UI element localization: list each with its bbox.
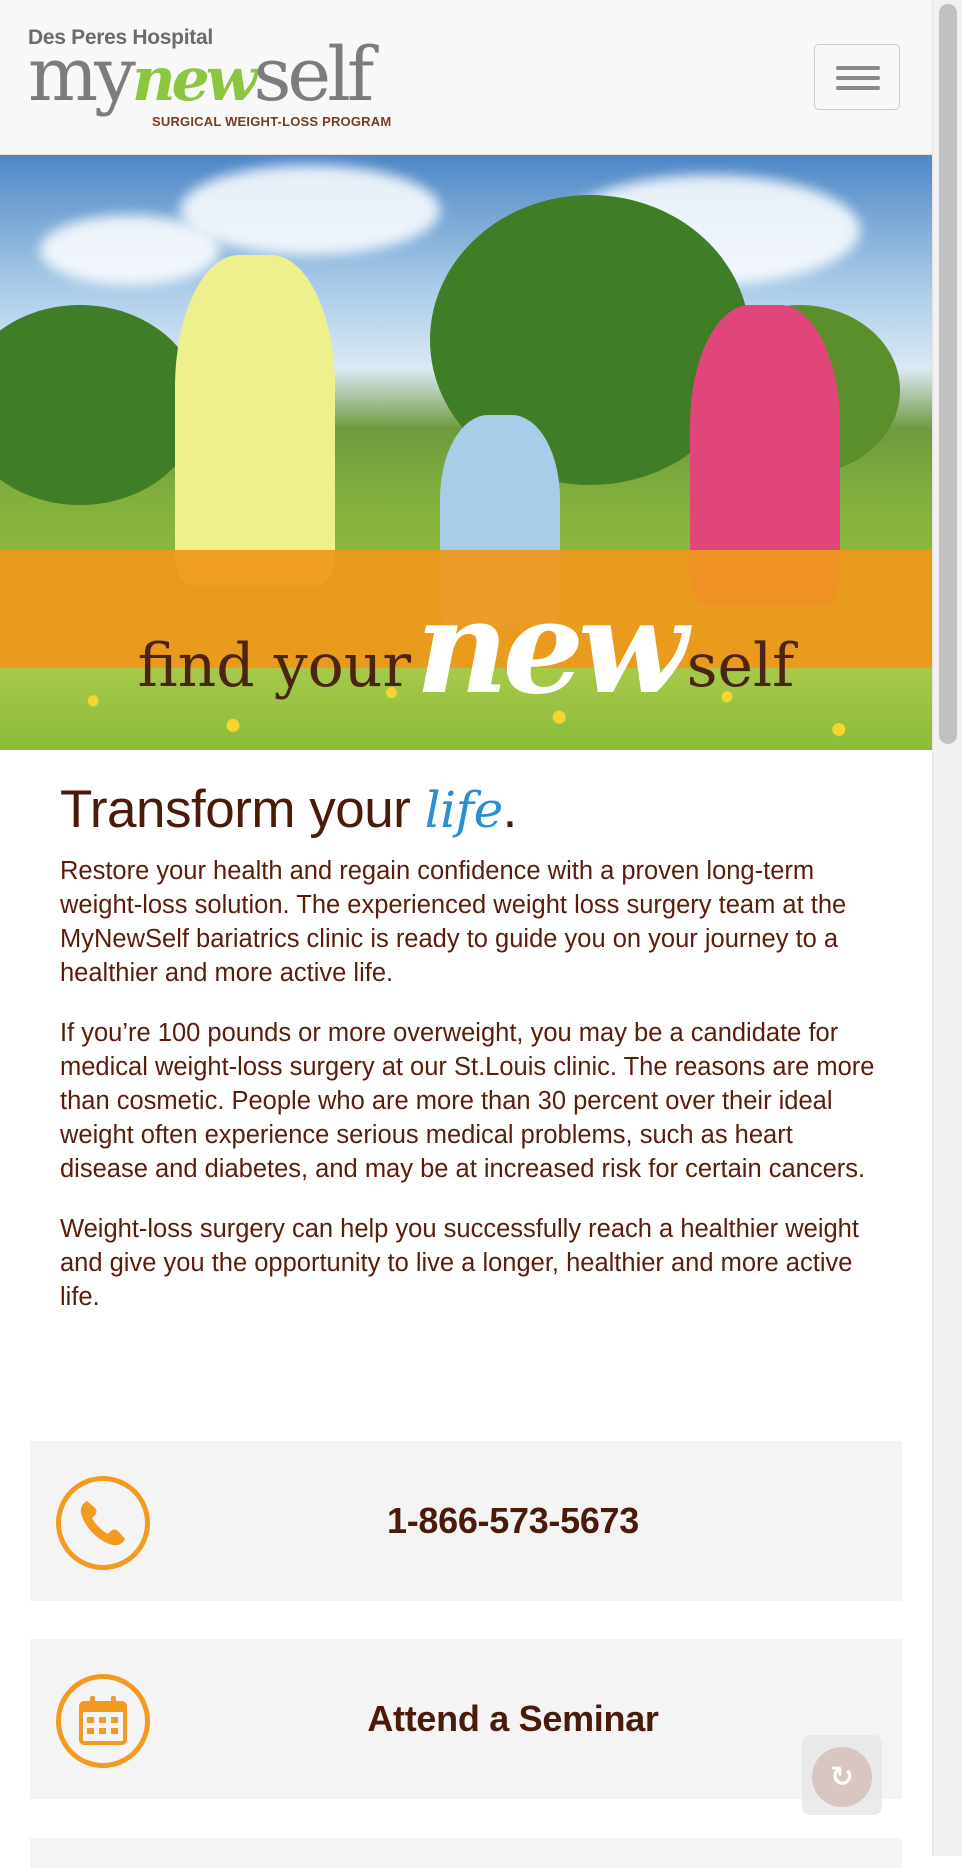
hero-cloud bbox=[40, 215, 220, 285]
benefit-paragraph: Weight-loss surgery can help you success… bbox=[60, 1215, 859, 1311]
main-content: Transform your life. Restore your health… bbox=[60, 778, 880, 1340]
site-header: Des Peres Hospital mynewself SURGICAL WE… bbox=[0, 0, 932, 155]
scrollbar-thumb[interactable] bbox=[939, 4, 957, 744]
phone-number: 1-866-573-5673 bbox=[386, 1500, 639, 1541]
page-title-end: . bbox=[502, 780, 518, 839]
hero-slogan-start: find your bbox=[137, 631, 412, 701]
hero-cloud bbox=[180, 165, 440, 255]
page-scrollbar[interactable] bbox=[932, 0, 962, 1856]
hero-slogan: find your new self bbox=[0, 553, 932, 723]
seminar-label: Attend a Seminar bbox=[367, 1698, 659, 1739]
hero-banner: find your new self bbox=[0, 155, 932, 750]
hero-slogan-accent: new bbox=[415, 573, 689, 723]
phone-icon bbox=[56, 1476, 150, 1570]
hero-person-father bbox=[175, 255, 335, 585]
next-cta-button[interactable] bbox=[30, 1838, 902, 1868]
hamburger-menu-icon-bar bbox=[836, 86, 880, 90]
hamburger-menu-button[interactable] bbox=[814, 44, 900, 110]
hero-tree bbox=[0, 305, 200, 505]
hamburger-menu-icon-bar bbox=[836, 76, 880, 80]
candidate-paragraph: If you’re 100 pounds or more overweight,… bbox=[60, 1019, 875, 1183]
logo-tagline: SURGICAL WEIGHT-LOSS PROGRAM bbox=[152, 114, 392, 129]
hero-slogan-end: self bbox=[686, 631, 795, 701]
logo-brand-pre: my bbox=[28, 32, 136, 118]
logo-brand-accent: new bbox=[131, 45, 257, 115]
logo-brand-post: self bbox=[253, 32, 374, 118]
seminar-cta-button[interactable]: Attend a Seminar bbox=[30, 1639, 902, 1799]
scroll-to-top-icon: ↻ bbox=[812, 1747, 872, 1807]
logo-brand: mynewself bbox=[28, 38, 374, 115]
phone-cta-button[interactable]: 1-866-573-5673 bbox=[30, 1441, 902, 1601]
calendar-icon bbox=[56, 1674, 150, 1768]
page-title: Transform your life. bbox=[60, 778, 880, 842]
site-logo[interactable]: Des Peres Hospital mynewself SURGICAL WE… bbox=[28, 26, 398, 134]
hamburger-menu-icon bbox=[836, 66, 880, 70]
intro-paragraph: Restore your health and regain confidenc… bbox=[60, 857, 847, 987]
scroll-to-top-button[interactable]: ↻ bbox=[802, 1735, 882, 1815]
page-title-start: Transform your bbox=[60, 780, 411, 839]
page-title-accent: life bbox=[424, 781, 504, 839]
